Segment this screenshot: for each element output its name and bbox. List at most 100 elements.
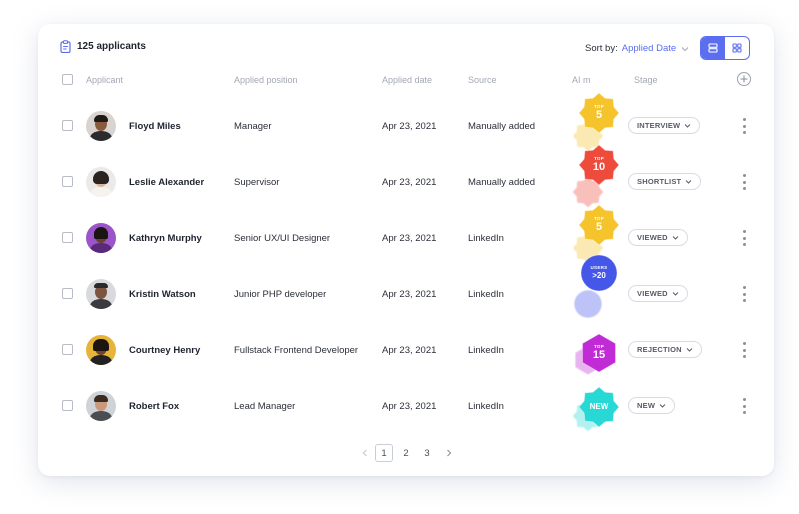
- table-row[interactable]: Kristin Watson Junior PHP developer Apr …: [38, 266, 774, 322]
- source: LinkedIn: [468, 289, 504, 300]
- list-view-button[interactable]: [701, 37, 725, 59]
- source: LinkedIn: [468, 233, 504, 244]
- row-checkbox[interactable]: [62, 400, 73, 411]
- applied-position: Supervisor: [234, 177, 280, 188]
- applied-date: Apr 23, 2021: [382, 121, 437, 132]
- column-position[interactable]: Applied position: [234, 75, 298, 85]
- applied-position: Fullstack Frontend Developer: [234, 345, 359, 356]
- applied-position: Manager: [234, 121, 272, 132]
- table-row[interactable]: Leslie Alexander Supervisor Apr 23, 2021…: [38, 154, 774, 210]
- sort-label: Sort by:: [585, 43, 618, 54]
- source: Manually added: [468, 177, 536, 188]
- applicant-name[interactable]: Floyd Miles: [129, 121, 181, 132]
- applied-date: Apr 23, 2021: [382, 233, 437, 244]
- row-menu-button[interactable]: [742, 230, 746, 246]
- source: Manually added: [468, 121, 536, 132]
- prev-page-button[interactable]: [356, 444, 374, 462]
- stage-label: VIEWED: [637, 233, 668, 242]
- row-checkbox[interactable]: [62, 344, 73, 355]
- source: LinkedIn: [468, 401, 504, 412]
- row-checkbox[interactable]: [62, 120, 73, 131]
- column-date[interactable]: Applied date: [382, 75, 432, 85]
- column-stage[interactable]: Stage: [634, 75, 658, 85]
- add-column-button[interactable]: [737, 72, 751, 86]
- badge-value: 5: [595, 109, 603, 122]
- stage-dropdown[interactable]: VIEWED: [628, 229, 688, 246]
- applicant-name[interactable]: Robert Fox: [129, 401, 179, 412]
- pagination: 1 2 3: [38, 444, 774, 464]
- avatar: [86, 279, 116, 309]
- stage-label: VIEWED: [637, 289, 668, 298]
- avatar: [86, 111, 116, 141]
- applied-date: Apr 23, 2021: [382, 289, 437, 300]
- badge-text: USERS >20: [578, 252, 620, 294]
- stage-dropdown[interactable]: SHORTLIST: [628, 173, 702, 190]
- table-row[interactable]: Kathryn Murphy Senior UX/UI Designer Apr…: [38, 210, 774, 266]
- column-ai[interactable]: AI m: [572, 75, 591, 85]
- chevron-down-icon: [685, 180, 692, 184]
- table-row[interactable]: Robert Fox Lead Manager Apr 23, 2021 Lin…: [38, 378, 774, 434]
- applicant-count-text: 125 applicants: [77, 41, 146, 52]
- chevron-left-icon: [362, 449, 367, 457]
- page-2-button[interactable]: 2: [397, 444, 415, 462]
- plus-icon: [740, 75, 748, 83]
- badge-value: NEW: [589, 402, 609, 411]
- applied-position: Senior UX/UI Designer: [234, 233, 331, 244]
- table-row[interactable]: Courtney Henry Fullstack Frontend Develo…: [38, 322, 774, 378]
- ai-match-badge: USERS >20: [578, 252, 620, 294]
- row-menu-button[interactable]: [742, 342, 746, 358]
- avatar: [86, 223, 116, 253]
- badge-text: TOP 15: [578, 332, 620, 374]
- ai-match-badge: NEW: [578, 386, 620, 428]
- column-source[interactable]: Source: [468, 75, 497, 85]
- applied-date: Apr 23, 2021: [382, 177, 437, 188]
- sort-value: Applied Date: [621, 43, 677, 54]
- row-checkbox[interactable]: [62, 232, 73, 243]
- applied-date: Apr 23, 2021: [382, 345, 437, 356]
- applicants-card: 125 applicants Sort by: Applied Date App…: [38, 24, 774, 476]
- table-row[interactable]: Floyd Miles Manager Apr 23, 2021 Manuall…: [38, 98, 774, 154]
- stage-dropdown[interactable]: NEW: [628, 397, 676, 414]
- row-checkbox[interactable]: [62, 288, 73, 299]
- chevron-down-icon: [684, 124, 691, 128]
- chevron-down-icon: [672, 236, 679, 240]
- badge-value: 5: [595, 221, 603, 234]
- row-menu-button[interactable]: [742, 118, 746, 134]
- row-menu-button[interactable]: [742, 286, 746, 302]
- stage-label: NEW: [637, 401, 656, 410]
- page-1-button[interactable]: 1: [375, 444, 393, 462]
- grid-view-icon: [732, 43, 742, 53]
- chevron-right-icon: [447, 449, 452, 457]
- row-checkbox[interactable]: [62, 176, 73, 187]
- chevron-down-icon: [681, 46, 689, 51]
- page-3-button[interactable]: 3: [418, 444, 436, 462]
- row-menu-button[interactable]: [742, 174, 746, 190]
- chevron-down-icon: [659, 404, 666, 408]
- ai-match-badge: TOP 5: [578, 204, 620, 246]
- grid-view-button[interactable]: [725, 37, 749, 59]
- stage-dropdown[interactable]: VIEWED: [628, 285, 688, 302]
- ai-match-badge: TOP 10: [578, 144, 620, 186]
- applied-position: Lead Manager: [234, 401, 296, 412]
- column-applicant[interactable]: Applicant: [86, 75, 123, 85]
- stage-dropdown[interactable]: REJECTION: [628, 341, 702, 358]
- avatar: [86, 391, 116, 421]
- applicant-name[interactable]: Kristin Watson: [129, 289, 196, 300]
- select-all-checkbox[interactable]: [62, 74, 73, 85]
- stage-dropdown[interactable]: INTERVIEW: [628, 117, 701, 134]
- table-header: Applicant Applied position Applied date …: [38, 72, 774, 98]
- stage-label: INTERVIEW: [637, 121, 681, 130]
- clipboard-icon: [60, 40, 71, 53]
- applicant-name[interactable]: Kathryn Murphy: [129, 233, 202, 244]
- chevron-down-icon: [686, 348, 693, 352]
- stage-label: SHORTLIST: [637, 177, 682, 186]
- next-page-button[interactable]: [440, 444, 458, 462]
- row-menu-button[interactable]: [742, 398, 746, 414]
- badge-text: TOP 5: [578, 204, 620, 246]
- applied-position: Junior PHP developer: [234, 289, 327, 300]
- applicant-name[interactable]: Courtney Henry: [129, 345, 200, 356]
- badge-value: 15: [592, 349, 606, 362]
- sort-dropdown[interactable]: Sort by: Applied Date: [585, 43, 690, 54]
- chevron-down-icon: [672, 292, 679, 296]
- applicant-name[interactable]: Leslie Alexander: [129, 177, 204, 188]
